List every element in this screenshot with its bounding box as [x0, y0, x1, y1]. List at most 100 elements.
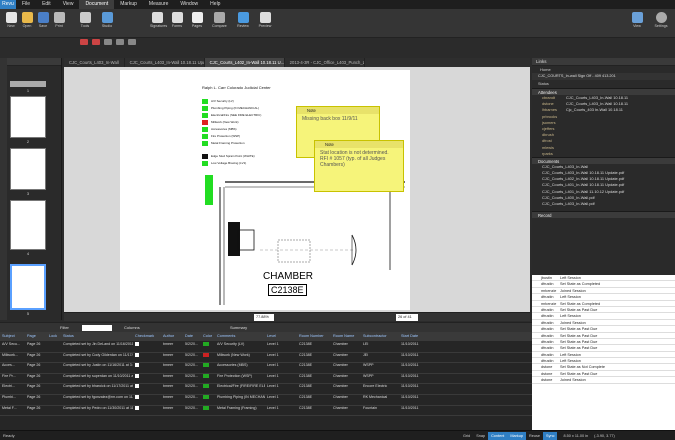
thumbnail-label: 3: [26, 191, 30, 196]
paste-icon[interactable]: [128, 39, 136, 45]
markup-cell: 5/2/20...: [185, 395, 198, 399]
markup-row[interactable]: Fire Pr... Page 26 Completed set by superd…: [0, 373, 532, 385]
column-header[interactable]: Room Name: [331, 332, 361, 341]
menu-view[interactable]: View: [57, 0, 80, 9]
thumbnail-2[interactable]: [10, 96, 46, 138]
markup-cell: bmeer: [163, 405, 174, 410]
column-header[interactable]: Status: [61, 332, 133, 341]
thumbnail-3[interactable]: [10, 148, 46, 190]
markup-row[interactable]: Metal F... Page 26 Completed set by Pedro …: [0, 405, 532, 417]
record-header[interactable]: Record: [532, 211, 675, 219]
menu-edit[interactable]: Edit: [36, 0, 57, 9]
pages-button[interactable]: Pages: [190, 12, 204, 28]
content-toggle[interactable]: Content: [488, 431, 508, 440]
view-button[interactable]: View: [630, 12, 644, 28]
page-number-field[interactable]: 26 of 41: [396, 314, 418, 321]
note-body: Missing back box 11/9/11: [302, 116, 358, 122]
note-annotation-2[interactable]: Note Stat location is not determined. RF…: [314, 140, 404, 192]
record-row[interactable]: dstone Joined Session: [532, 377, 675, 384]
compare-button[interactable]: Compare: [212, 12, 227, 28]
print-button[interactable]: Print: [52, 12, 66, 28]
tools-button[interactable]: Tools: [78, 12, 92, 28]
grid-toggle[interactable]: Grid: [460, 432, 473, 440]
column-header[interactable]: Level: [265, 332, 297, 341]
record-user: dfrustin: [541, 307, 554, 312]
thumbnail-5-selected[interactable]: [10, 264, 46, 310]
checkmark-box: [133, 352, 161, 363]
preview-button[interactable]: Preview: [258, 12, 272, 28]
column-header[interactable]: Start Date: [399, 332, 429, 341]
snap-toggle[interactable]: Snap: [473, 432, 488, 440]
tab-doc-2[interactable]: CJC_Courts_L403_In-Wall 10.18.11 Update: [125, 58, 205, 67]
column-header[interactable]: Lock: [47, 332, 61, 341]
thumbnail-4[interactable]: [10, 200, 46, 250]
forms-button[interactable]: Forms: [170, 12, 184, 28]
column-header[interactable]: Subject: [0, 332, 25, 341]
menu-measure[interactable]: Measure: [143, 0, 174, 9]
cursor-position: (-3.90, 3.77): [594, 433, 615, 438]
thumbnail-1[interactable]: [10, 81, 46, 87]
status-text: Ready: [3, 433, 15, 438]
review-icon: [237, 12, 249, 23]
status-filter[interactable]: Status: [532, 80, 675, 88]
filter-button[interactable]: Filter: [60, 325, 69, 330]
save-button[interactable]: Save: [36, 12, 50, 28]
new-button[interactable]: New: [4, 12, 18, 28]
markup-cell: bmeer: [163, 373, 174, 378]
record-user: dfrustin: [541, 295, 554, 300]
document-row[interactable]: CJC_Courts_L403_In-Wall.pdf: [532, 201, 675, 207]
markup-row[interactable]: Electri... Page 26 Completed set by bharoi…: [0, 384, 532, 395]
column-header[interactable]: Room Number: [297, 332, 331, 341]
column-header[interactable]: Comments: [215, 332, 265, 341]
markups-search-input[interactable]: [82, 325, 112, 331]
sync-toggle[interactable]: Sync: [543, 431, 558, 440]
cut-icon[interactable]: [104, 39, 112, 45]
tab-doc-4[interactable]: 2013-4-3R - CJC_Office_L403_Punch_List_.…: [285, 58, 365, 67]
room-name-label: CHAMBER: [263, 271, 314, 282]
markup-cell: 11/10/2011: [401, 395, 419, 399]
note-title: Note: [315, 141, 403, 148]
markup-row[interactable]: Millwork... Page 26 Completed set by Cody …: [0, 352, 532, 364]
markup-row[interactable]: A/V Secu... Page 26 Completed set by Jin D…: [0, 342, 532, 353]
record-action: Left Session: [560, 314, 581, 319]
settings-button[interactable]: Settings: [654, 12, 668, 28]
tab-doc-3[interactable]: CJC_Courts_L402_In-Wall 10.18.11 U...: [204, 58, 285, 67]
menu-markup[interactable]: Markup: [114, 0, 143, 9]
menu-help[interactable]: Help: [204, 0, 226, 9]
tab-doc-1[interactable]: CJC_Courts_L403_In-Wall: [64, 58, 125, 67]
links-tab[interactable]: Links: [532, 58, 675, 66]
markup-toggle[interactable]: Markup: [507, 431, 527, 440]
undo-icon[interactable]: [80, 39, 88, 45]
review-button[interactable]: Review: [236, 12, 250, 28]
column-header[interactable]: Page: [25, 332, 47, 341]
documents-header[interactable]: Documents: [532, 156, 675, 164]
menu-window[interactable]: Window: [174, 0, 204, 9]
attendees-header[interactable]: Attendees: [532, 88, 675, 95]
markup-cell: Completed set by Justin on 11/16/2011 at…: [63, 363, 133, 368]
studio-button[interactable]: Studio: [100, 12, 114, 28]
attendee-row[interactable]: rparks: [532, 151, 675, 157]
markup-cell: Completed set by superdan on 11/10/2011 …: [63, 373, 133, 378]
redo-icon[interactable]: [92, 39, 100, 45]
summary-button[interactable]: Summary: [230, 325, 247, 330]
tools-icon: [79, 12, 91, 23]
column-header[interactable]: Checkmark: [133, 332, 161, 341]
column-header[interactable]: Subcontractor: [361, 332, 399, 341]
columns-button[interactable]: Columns: [124, 325, 140, 330]
markup-row[interactable]: Plumbi... Page 26 Completed set by fgonzal…: [0, 395, 532, 406]
signatures-button[interactable]: Signatures: [150, 12, 167, 28]
zoom-field[interactable]: 77.88%: [254, 314, 274, 321]
menu-file[interactable]: File: [16, 0, 36, 9]
column-header[interactable]: Date: [183, 332, 201, 341]
record-action: Set State as Past Due: [560, 346, 598, 351]
column-header[interactable]: Author: [161, 332, 183, 341]
column-header[interactable]: Color: [201, 332, 215, 341]
markup-row[interactable]: Acces... Page 26 Completed set by Justin o…: [0, 363, 532, 374]
menu-document[interactable]: Document: [79, 0, 115, 9]
preview-icon: [259, 12, 271, 23]
home-link[interactable]: Home: [532, 66, 675, 73]
open-button[interactable]: Open: [20, 12, 34, 28]
copy-icon[interactable]: [116, 39, 124, 45]
reuse-toggle[interactable]: Reuse: [526, 432, 543, 440]
markup-cell: A/V Security (LV): [217, 342, 245, 346]
